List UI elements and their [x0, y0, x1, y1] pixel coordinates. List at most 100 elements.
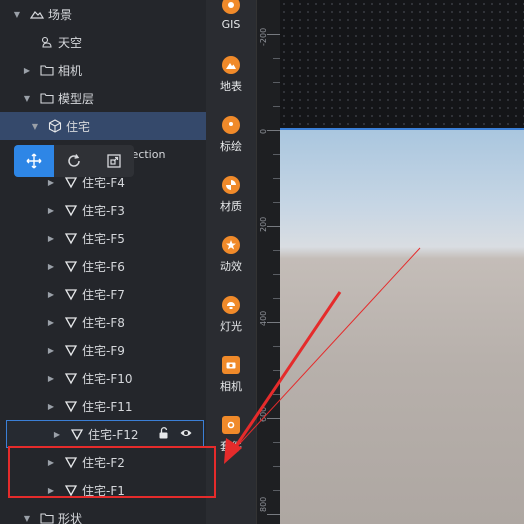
tool-label: 地表 [220, 80, 242, 93]
tree-item-label: 住宅-F5 [82, 231, 125, 246]
tool-effect[interactable]: 动效 [206, 236, 256, 296]
tree-item-f10[interactable]: ▶ 住宅-F10 [0, 364, 206, 392]
tree-item-f11[interactable]: ▶ 住宅-F11 [0, 392, 206, 420]
tool-terrain[interactable]: 地表 [206, 56, 256, 116]
tree-item-label: 住宅-F11 [82, 399, 133, 414]
scale-tool-button[interactable] [94, 145, 134, 177]
tool-label: 套件 [220, 440, 242, 453]
ruler-tick [273, 58, 280, 59]
ruler-tick [273, 178, 280, 179]
tree-item-label: 住宅-F3 [82, 203, 125, 218]
folder-icon [40, 511, 54, 524]
gis-icon [222, 0, 240, 14]
tree-item-f6[interactable]: ▶ 住宅-F6 [0, 252, 206, 280]
ruler-label: 600 [259, 406, 268, 422]
tree-item-label: 住宅-F7 [82, 287, 125, 302]
mesh-icon [64, 287, 78, 301]
marker-icon [222, 116, 240, 134]
ruler-tick [273, 106, 280, 107]
viewport-scene[interactable] [280, 128, 524, 524]
ruler-tick [267, 130, 280, 131]
camera-icon [222, 356, 240, 374]
tool-gis[interactable]: GIS [206, 0, 256, 56]
vertical-ruler[interactable]: -200 0 200 400 600 800 [256, 0, 280, 524]
tree-item-f9[interactable]: ▶ 住宅-F9 [0, 336, 206, 364]
tool-label: GIS [221, 18, 241, 31]
chevron-right-icon[interactable]: ▶ [52, 429, 62, 439]
tool-label: 相机 [220, 380, 242, 393]
chevron-down-icon[interactable]: ▼ [22, 93, 32, 103]
mesh-icon [64, 343, 78, 357]
ruler-tick [267, 226, 280, 227]
ruler-tick [273, 346, 280, 347]
chevron-right-icon[interactable]: ▶ [22, 65, 32, 75]
chevron-right-icon[interactable]: ▶ [46, 345, 56, 355]
tree-item-model-layer[interactable]: ▼ 模型层 [0, 84, 206, 112]
chevron-right-icon[interactable]: ▶ [46, 317, 56, 327]
3d-viewport[interactable] [280, 0, 524, 524]
chevron-right-icon[interactable]: ▶ [46, 401, 56, 411]
ruler-tick [273, 250, 280, 251]
tree-item-label: 形状 [58, 511, 83, 524]
ruler-tick [267, 418, 280, 419]
chevron-right-icon[interactable]: ▶ [46, 373, 56, 383]
tool-label: 材质 [220, 200, 242, 213]
chevron-right-icon[interactable]: ▶ [46, 205, 56, 215]
light-icon [222, 296, 240, 314]
tree-item-f3[interactable]: ▶ 住宅-F3 [0, 196, 206, 224]
move-icon [26, 153, 42, 169]
ruler-tick [267, 322, 280, 323]
tool-camera[interactable]: 相机 [206, 356, 256, 416]
folder-icon [40, 91, 54, 105]
row-actions [158, 427, 192, 442]
tool-material[interactable]: 材质 [206, 176, 256, 236]
ruler-label: -200 [259, 27, 268, 46]
editor-window: ▼ 场景 天空 ▶ 相机 ▼ 模型层 ▼ 住宅 Collection ▶ 住宅-… [0, 0, 524, 524]
terrain-icon [222, 56, 240, 74]
tree-item-f5[interactable]: ▶ 住宅-F5 [0, 224, 206, 252]
sky-icon [40, 35, 54, 49]
chevron-down-icon[interactable]: ▼ [30, 121, 40, 131]
tool-marker[interactable]: 标绘 [206, 116, 256, 176]
tree-item-label: 天空 [58, 35, 83, 50]
ruler-tick [273, 202, 280, 203]
chevron-down-icon[interactable]: ▼ [22, 513, 32, 523]
tree-item-residence[interactable]: ▼ 住宅 [0, 112, 206, 140]
tree-item-scene[interactable]: ▼ 场景 [0, 0, 206, 28]
chevron-down-icon[interactable]: ▼ [12, 9, 22, 19]
chevron-right-icon[interactable]: ▶ [46, 289, 56, 299]
transform-toolbar [14, 145, 134, 177]
unlock-icon[interactable] [158, 427, 170, 442]
move-tool-button[interactable] [14, 145, 54, 177]
ruler-tick [273, 154, 280, 155]
scene-icon [30, 7, 44, 21]
chevron-right-icon[interactable]: ▶ [46, 233, 56, 243]
tool-light[interactable]: 灯光 [206, 296, 256, 356]
tree-item-camera[interactable]: ▶ 相机 [0, 56, 206, 84]
tree-item-label: 场景 [48, 7, 73, 22]
ruler-tick [273, 394, 280, 395]
tree-item-label: 住宅-F12 [88, 427, 139, 442]
tree-item-label: 模型层 [58, 91, 95, 106]
tree-item-label: 住宅-F9 [82, 343, 125, 358]
annotation-highlight-box [8, 446, 216, 498]
ruler-tick [267, 514, 280, 515]
eye-icon[interactable] [180, 427, 192, 442]
mesh-icon [64, 231, 78, 245]
ruler-label: 200 [259, 216, 268, 232]
chevron-right-icon[interactable]: ▶ [46, 177, 56, 187]
effect-icon [222, 236, 240, 254]
mesh-icon [64, 315, 78, 329]
rotate-tool-button[interactable] [54, 145, 94, 177]
mesh-icon [64, 259, 78, 273]
ruler-tick [273, 274, 280, 275]
chevron-right-icon[interactable]: ▶ [46, 261, 56, 271]
tree-item-sky[interactable]: 天空 [0, 28, 206, 56]
tree-item-f7[interactable]: ▶ 住宅-F7 [0, 280, 206, 308]
tool-label: 动效 [220, 260, 242, 273]
tree-item-shape[interactable]: ▼ 形状 [0, 504, 206, 524]
tree-item-f12[interactable]: ▶ 住宅-F12 [6, 420, 204, 448]
tree-item-f8[interactable]: ▶ 住宅-F8 [0, 308, 206, 336]
mesh-icon [70, 427, 84, 441]
tree-item-label: 相机 [58, 63, 83, 78]
